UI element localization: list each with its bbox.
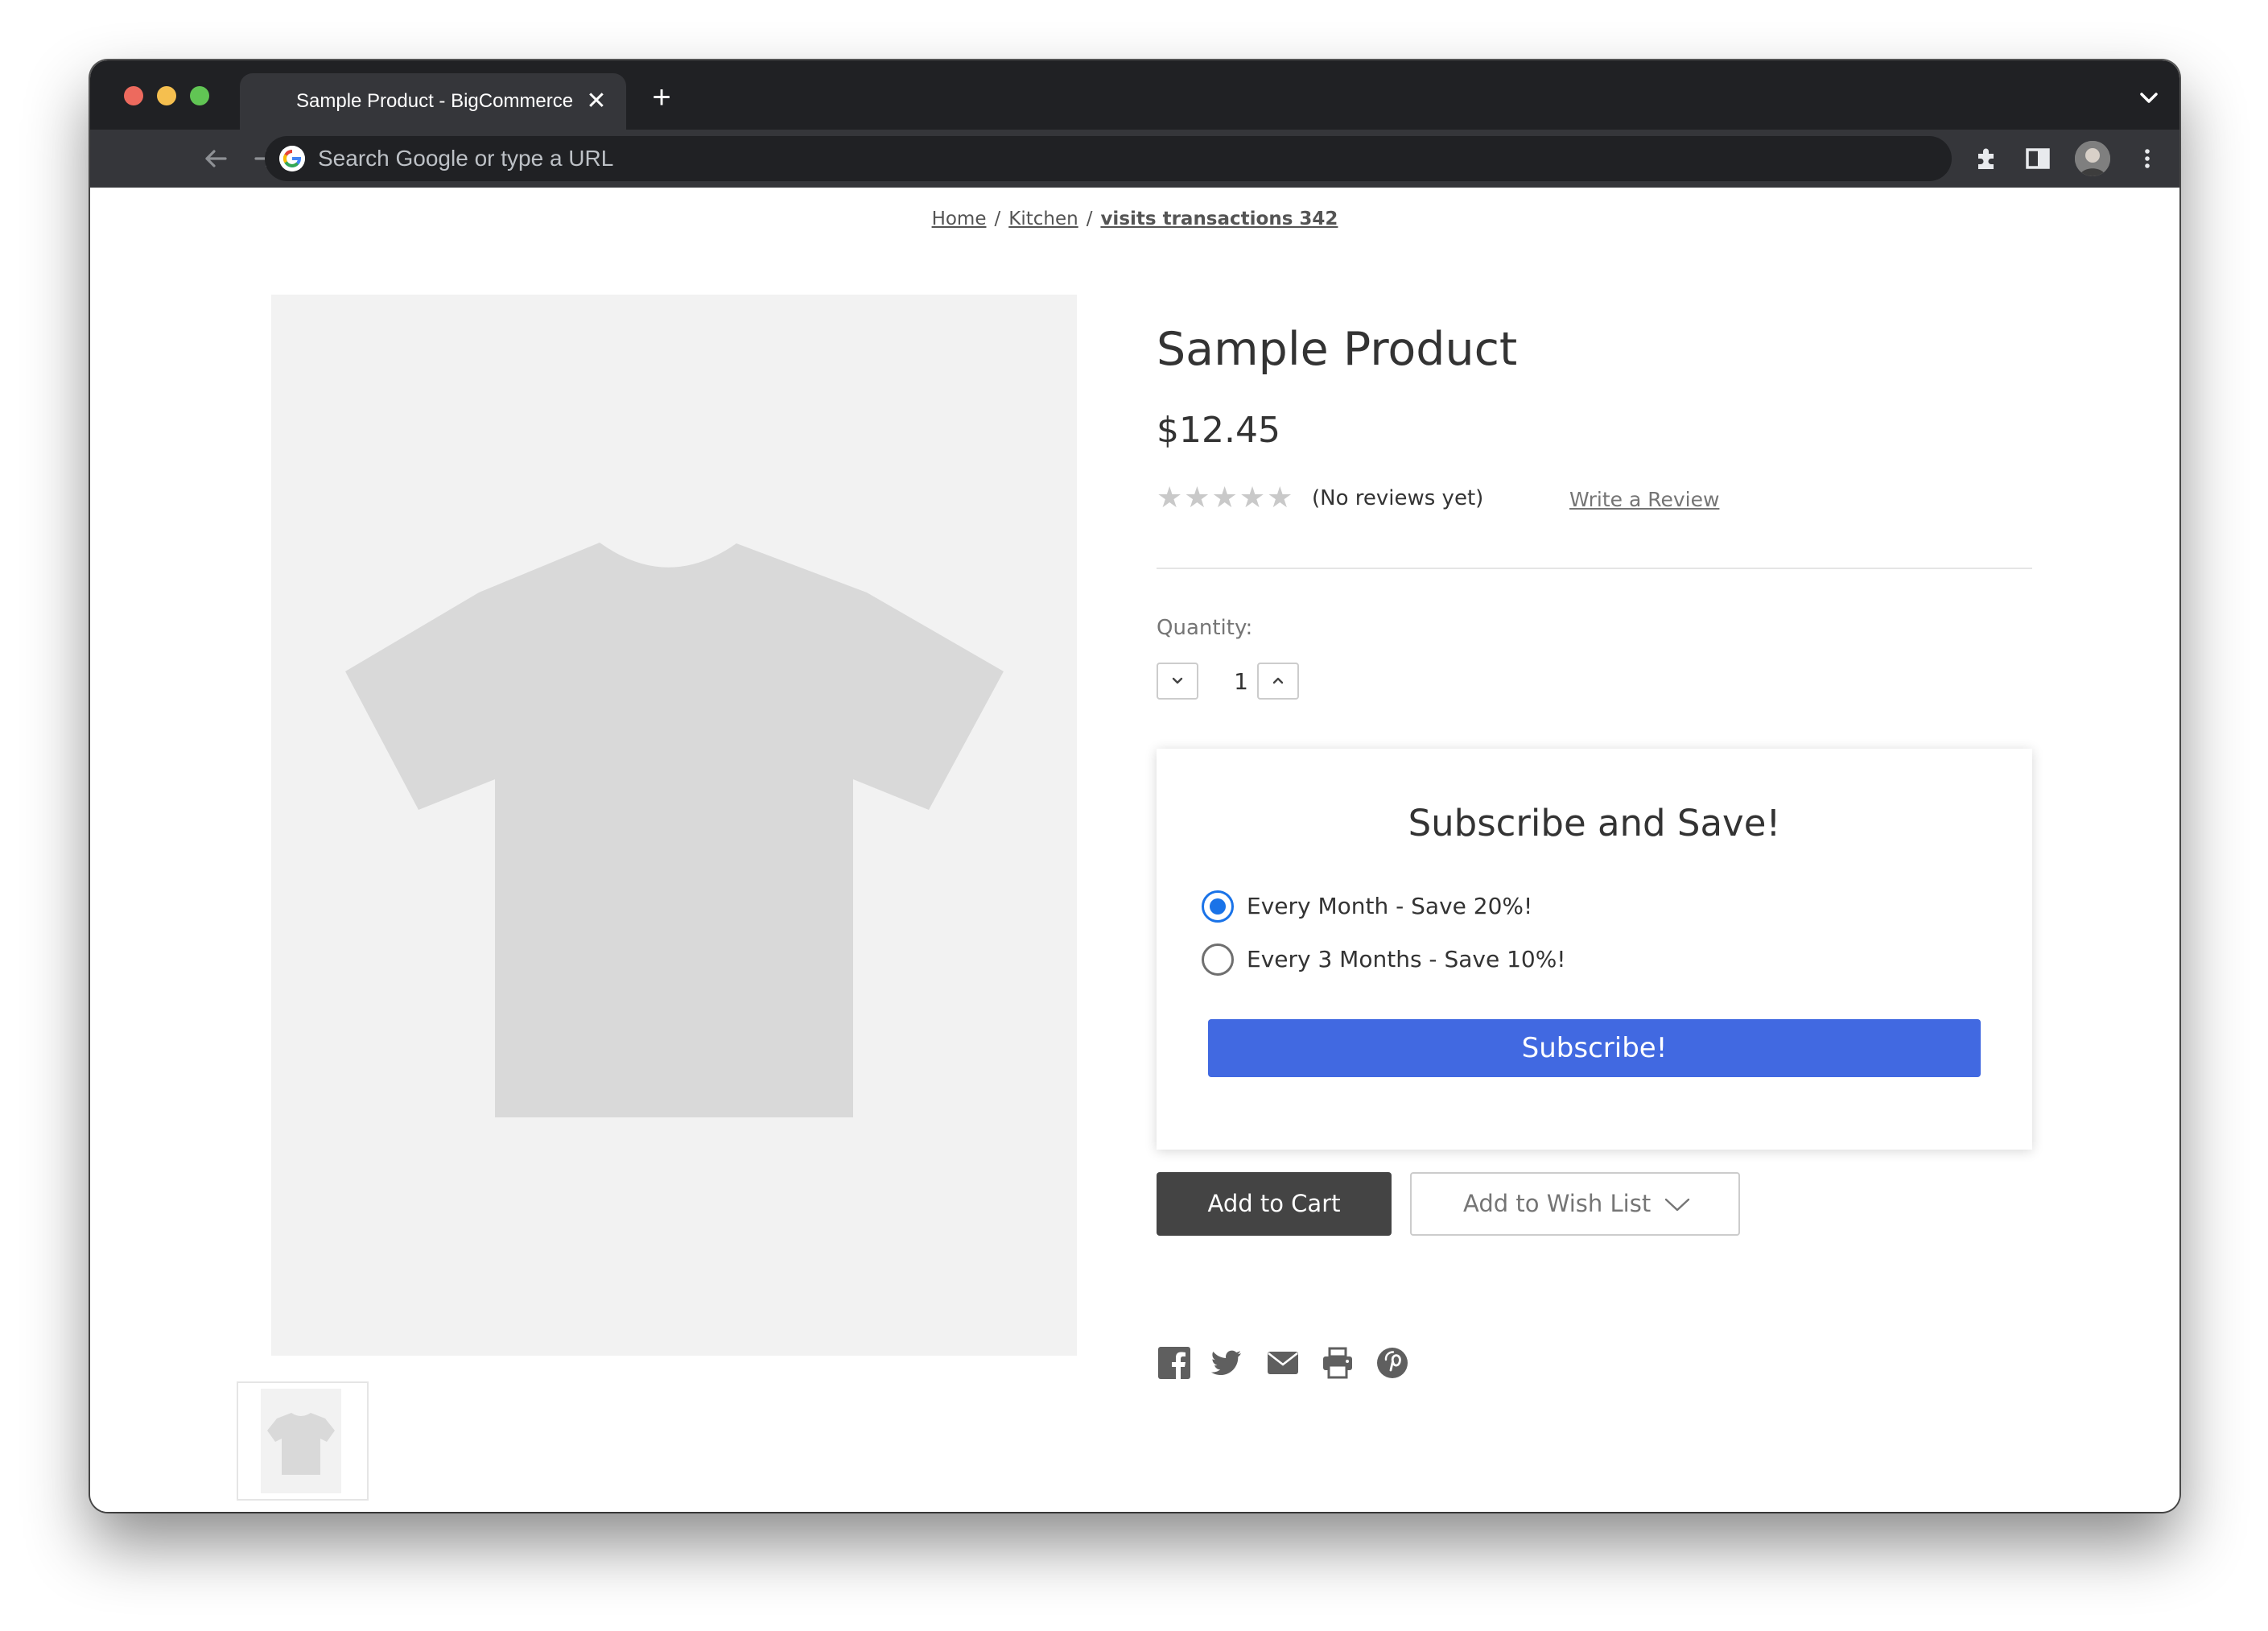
write-review-link[interactable]: Write a Review [1569,487,1719,513]
extensions-icon[interactable] [1970,142,2002,175]
minimize-window-button[interactable] [157,86,176,105]
breadcrumb-separator: / [994,209,1001,229]
browser-window: Sample Product - BigCommerce ✕ + Search … [90,60,2179,1512]
radio-unselected[interactable] [1202,944,1234,976]
chevron-down-icon [1172,677,1183,684]
breadcrumb-current[interactable]: visits transactions 342 [1100,209,1338,229]
close-window-button[interactable] [124,86,143,105]
chevron-up-icon [1272,677,1284,684]
address-input[interactable]: Search Google or type a URL [318,146,613,171]
side-panel-icon[interactable] [2022,142,2054,175]
rating-stars-icon: ★★★★★ [1157,481,1295,514]
address-bar[interactable]: Search Google or type a URL [265,136,1952,181]
close-tab-icon[interactable]: ✕ [583,88,610,115]
subscription-option-label: Every 3 Months - Save 10%! [1247,946,1566,972]
subscribe-title: Subscribe and Save! [1408,802,1781,844]
profile-photo-icon [2075,141,2110,176]
product-thumbnail[interactable] [237,1381,369,1501]
subscription-option-label: Every Month - Save 20%! [1247,893,1533,919]
quantity-increase-button[interactable] [1257,663,1299,700]
tab-search-chevron-icon[interactable] [2134,83,2163,112]
breadcrumb: Home / Kitchen / visits transactions 342 [90,209,2179,229]
divider [1157,568,2032,569]
breadcrumb-kitchen[interactable]: Kitchen [1008,209,1078,229]
product-price: $12.45 [1157,410,1280,451]
radio-selected[interactable] [1202,890,1234,923]
thumbnail-image [261,1389,341,1493]
add-to-wishlist-button[interactable]: Add to Wish List [1410,1172,1740,1236]
subscribe-button[interactable]: Subscribe! [1208,1019,1981,1077]
breadcrumb-home[interactable]: Home [932,209,987,229]
subscribe-widget: Subscribe and Save! Every Month - Save 2… [1157,749,2032,1150]
page-content: Home / Kitchen / visits transactions 342 Sam… [90,188,2179,1512]
reviews-count: (No reviews yet) [1312,486,1484,510]
add-to-cart-button[interactable]: Add to Cart [1157,1172,1392,1236]
new-tab-button[interactable]: + [645,81,678,114]
maximize-window-button[interactable] [190,86,209,105]
pinterest-icon[interactable] [1375,1345,1410,1381]
tshirt-thumbnail-icon [267,1413,335,1475]
product-title: Sample Product [1157,323,1518,376]
product-main-image[interactable] [271,295,1077,1356]
tshirt-image [345,543,1004,1117]
profile-avatar[interactable] [2075,141,2110,176]
quantity-label: Quantity: [1157,616,1253,640]
quantity-decrease-button[interactable] [1157,663,1198,700]
facebook-icon[interactable] [1157,1345,1192,1381]
browser-toolbar: Search Google or type a URL [90,130,2179,188]
print-icon[interactable] [1320,1345,1355,1381]
back-icon[interactable] [200,142,232,175]
email-icon[interactable] [1265,1345,1301,1381]
twitter-icon[interactable] [1209,1345,1244,1381]
google-icon [279,146,305,171]
browser-tab[interactable]: Sample Product - BigCommerce ✕ [240,73,626,130]
tab-title: Sample Product - BigCommerce [296,90,574,112]
chevron-down-icon [1664,1198,1690,1212]
browser-menu-icon[interactable] [2131,142,2163,175]
breadcrumb-separator: / [1086,209,1093,229]
wishlist-label: Add to Wish List [1463,1190,1652,1217]
tab-bar: Sample Product - BigCommerce ✕ + [90,60,2179,130]
